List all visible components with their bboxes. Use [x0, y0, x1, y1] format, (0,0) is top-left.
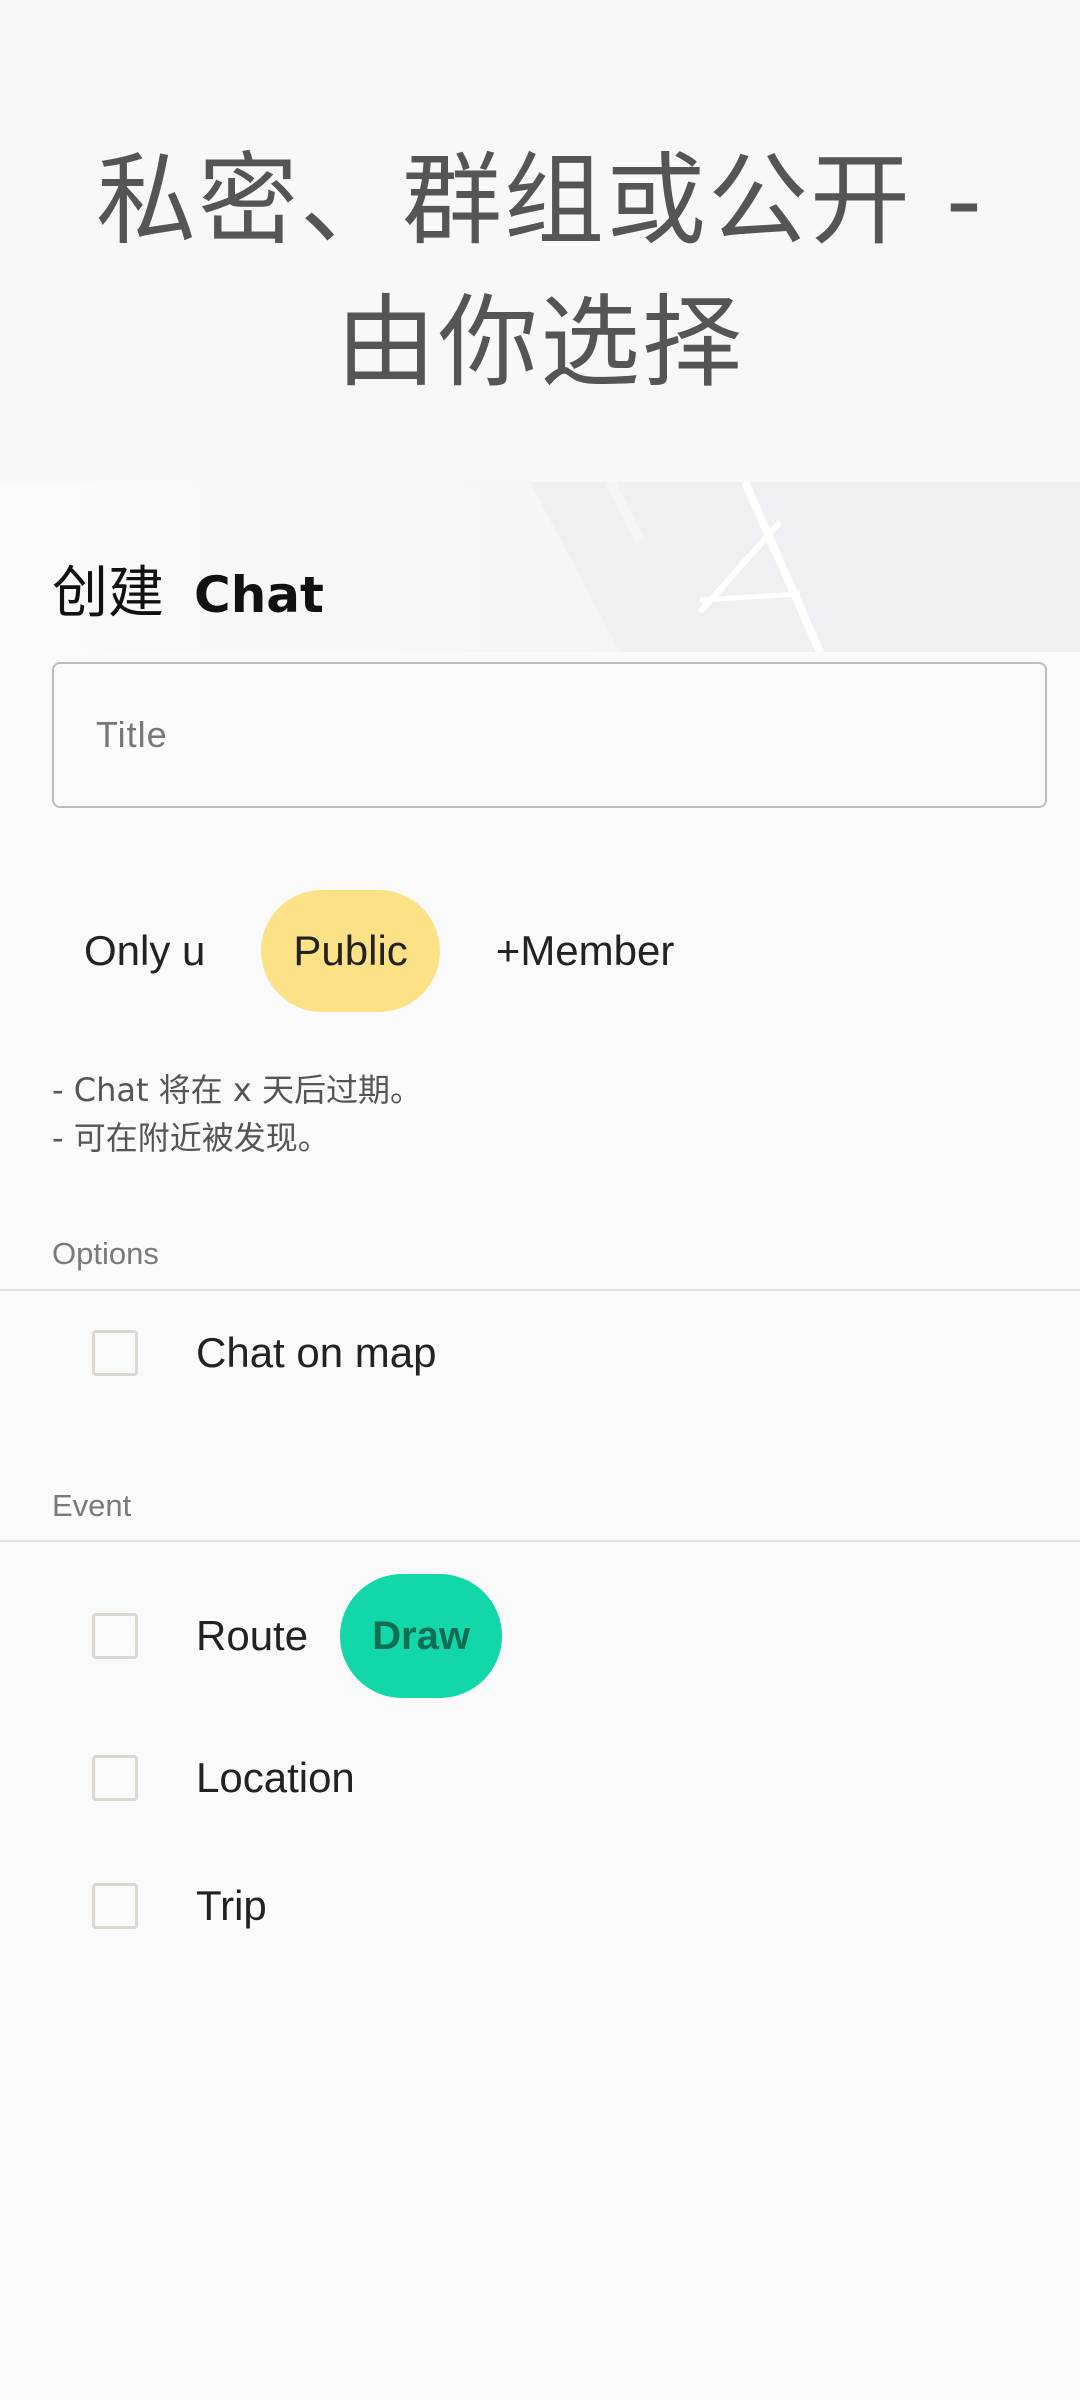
options-divider	[0, 1289, 1080, 1291]
chip-only-you[interactable]: Only u	[52, 890, 237, 1012]
visibility-chip-group: Only u Public +Member	[52, 890, 706, 1012]
options-label: Options	[52, 1236, 159, 1271]
section-title-word: Chat	[194, 566, 324, 624]
section-title: 创建 Chat	[52, 548, 324, 629]
event-label: Event	[52, 1488, 132, 1523]
draw-route-button[interactable]: Draw	[340, 1574, 503, 1698]
trip-label: Trip	[196, 1882, 267, 1929]
location-label: Location	[196, 1754, 355, 1801]
chat-on-map-label: Chat on map	[196, 1329, 437, 1376]
event-route[interactable]: Route Draw	[92, 1574, 503, 1698]
chip-add-member[interactable]: +Member	[464, 890, 707, 1012]
hero-title-line-2: 由你选择	[336, 284, 744, 401]
info-line-expiry: - Chat 将在 x 天后过期。	[52, 1071, 422, 1109]
chat-info-text: - Chat 将在 x 天后过期。 - 可在附近被发现。	[52, 1066, 422, 1162]
event-trip[interactable]: Trip	[92, 1866, 267, 1946]
event-divider	[0, 1540, 1080, 1542]
event-location[interactable]: Location	[92, 1738, 355, 1818]
trip-checkbox[interactable]	[92, 1883, 138, 1929]
hero-title: 私密、群组或公开 - 由你选择	[60, 130, 1020, 414]
hero-title-line-1: 私密、群组或公开 -	[96, 142, 984, 259]
location-checkbox[interactable]	[92, 1755, 138, 1801]
create-chat-screen: 私密、群组或公开 - 由你选择 创建 Chat Only u Public +M…	[0, 0, 1080, 2400]
chip-public[interactable]: Public	[261, 890, 440, 1012]
option-chat-on-map[interactable]: Chat on map	[92, 1313, 436, 1393]
title-input[interactable]	[52, 662, 1047, 808]
route-checkbox[interactable]	[92, 1613, 138, 1659]
route-label: Route	[196, 1612, 309, 1659]
info-line-discoverable: - 可在附近被发现。	[52, 1119, 330, 1157]
chat-on-map-checkbox[interactable]	[92, 1330, 138, 1376]
hero-banner: 私密、群组或公开 - 由你选择	[0, 0, 1080, 482]
section-title-prefix: 创建	[52, 561, 164, 626]
